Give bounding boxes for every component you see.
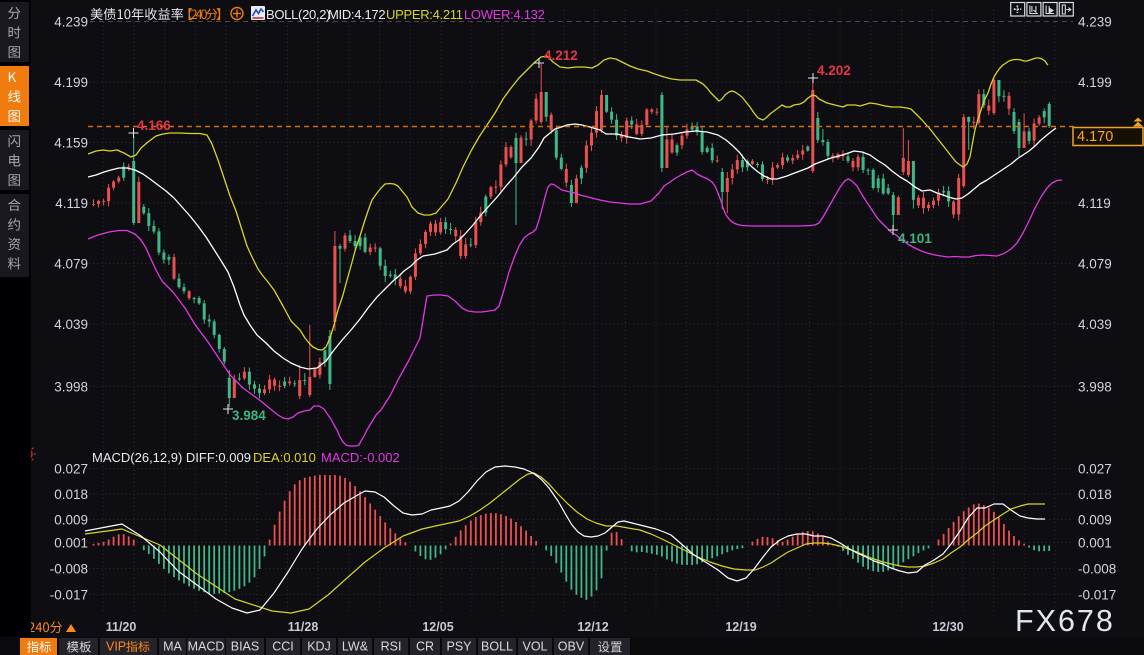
svg-text:CR: CR (416, 640, 434, 654)
svg-text:-0.008: -0.008 (1078, 562, 1116, 577)
svg-text:OBV: OBV (558, 640, 585, 654)
svg-text:LOWER:4.132: LOWER:4.132 (464, 7, 545, 22)
svg-text:3.998: 3.998 (1078, 380, 1112, 395)
svg-text:4.239: 4.239 (54, 15, 88, 30)
svg-text:VOL: VOL (522, 640, 547, 654)
svg-text:3.998: 3.998 (54, 380, 88, 395)
svg-text:0.001: 0.001 (1078, 536, 1112, 551)
svg-text:4.119: 4.119 (55, 196, 88, 211)
svg-text:VIP: VIP (106, 640, 126, 654)
svg-text:0.027: 0.027 (54, 462, 88, 477)
svg-text:12/30: 12/30 (932, 620, 963, 634)
svg-text:4.079: 4.079 (54, 257, 88, 272)
svg-text:4.159: 4.159 (54, 136, 88, 151)
svg-text:4.119: 4.119 (1078, 196, 1111, 211)
svg-text:RSI: RSI (381, 640, 402, 654)
svg-text:12/12: 12/12 (577, 620, 608, 634)
svg-text:3.984: 3.984 (232, 408, 266, 423)
svg-text:BOLL: BOLL (481, 640, 513, 654)
svg-text:FX678: FX678 (1015, 604, 1115, 638)
svg-text:4.079: 4.079 (1078, 257, 1112, 272)
svg-text:4.199: 4.199 (54, 75, 88, 90)
svg-text:-0.017: -0.017 (50, 588, 88, 603)
svg-text:PSY: PSY (446, 640, 472, 654)
svg-text:LW&: LW& (342, 640, 369, 654)
svg-text:MACD(26,12,9) DIFF:0.009: MACD(26,12,9) DIFF:0.009 (92, 450, 251, 465)
svg-text:DEA:0.010: DEA:0.010 (253, 450, 316, 465)
svg-text:MACD:-0.002: MACD:-0.002 (321, 450, 400, 465)
svg-text:0.018: 0.018 (54, 487, 88, 502)
svg-text:-0.008: -0.008 (50, 562, 88, 577)
svg-text:11/20: 11/20 (106, 620, 137, 634)
svg-text:0.027: 0.027 (1078, 462, 1112, 477)
svg-text:4.039: 4.039 (1078, 317, 1112, 332)
svg-text:12/05: 12/05 (422, 620, 453, 634)
svg-text:0.009: 0.009 (1078, 513, 1112, 528)
svg-text:4.166: 4.166 (137, 118, 171, 133)
svg-text:4.202: 4.202 (817, 63, 851, 78)
svg-text:0.018: 0.018 (1078, 487, 1112, 502)
svg-text:UPPER:4.211: UPPER:4.211 (386, 7, 463, 22)
svg-text:MA: MA (163, 640, 182, 654)
svg-text:11/28: 11/28 (288, 620, 319, 634)
svg-text:MID:4.172: MID:4.172 (328, 7, 385, 22)
svg-text:0.009: 0.009 (54, 513, 88, 528)
svg-text:4.239: 4.239 (1078, 15, 1112, 30)
svg-text:4.101: 4.101 (898, 231, 932, 246)
svg-text:4.199: 4.199 (1078, 75, 1112, 90)
svg-text:4.170: 4.170 (1077, 129, 1113, 145)
svg-text:4.039: 4.039 (54, 317, 88, 332)
svg-text:KDJ: KDJ (307, 640, 331, 654)
svg-text:0.001: 0.001 (54, 536, 88, 551)
svg-text:12/19: 12/19 (725, 620, 756, 634)
svg-text:4.212: 4.212 (544, 48, 578, 63)
svg-text:-0.017: -0.017 (1078, 588, 1116, 603)
svg-text:BIAS: BIAS (231, 640, 260, 654)
svg-text:BOLL(20,2): BOLL(20,2) (266, 7, 330, 22)
svg-text:CCI: CCI (272, 640, 294, 654)
svg-text:MACD: MACD (188, 640, 225, 654)
